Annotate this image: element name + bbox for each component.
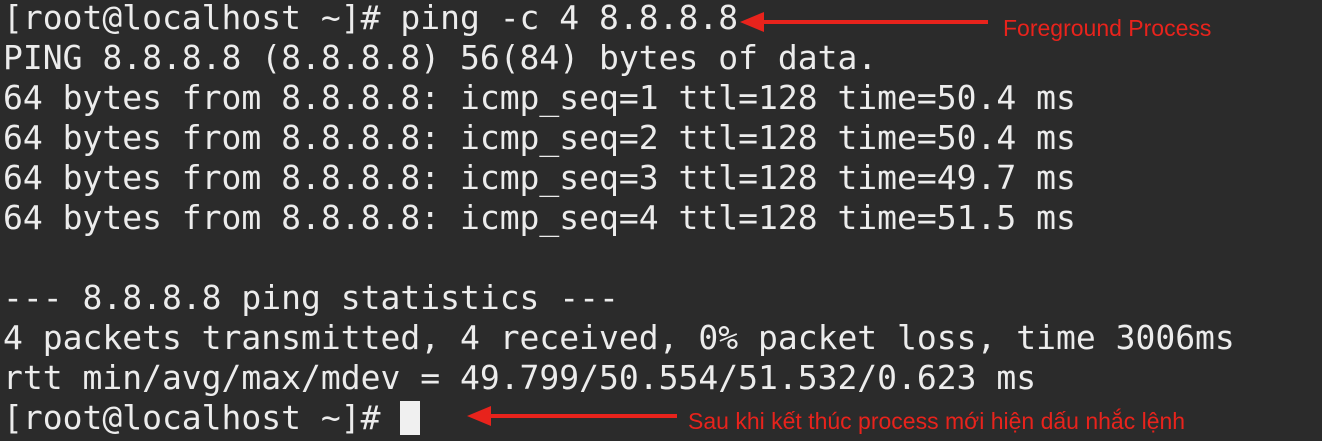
terminal-line-ping-header: PING 8.8.8.8 (8.8.8.8) 56(84) bytes of d… — [3, 38, 878, 77]
text-cursor — [400, 401, 421, 435]
arrow-left-icon — [740, 12, 988, 32]
terminal-line-stats-rtt: rtt min/avg/max/mdev = 49.799/50.554/51.… — [3, 358, 1037, 397]
annotation-prompt-after-process: Sau khi kết thúc process mới hiện dấu nh… — [688, 408, 1186, 434]
terminal-window[interactable]: [root@localhost ~]# ping -c 4 8.8.8.8 PI… — [0, 0, 1322, 437]
terminal-line-command: [root@localhost ~]# ping -c 4 8.8.8.8 — [3, 0, 739, 37]
annotation-foreground-process: Foreground Process — [1003, 15, 1212, 41]
terminal-line-reply-4: 64 bytes from 8.8.8.8: icmp_seq=4 ttl=12… — [3, 198, 1076, 237]
terminal-line-reply-2: 64 bytes from 8.8.8.8: icmp_seq=2 ttl=12… — [3, 118, 1076, 157]
terminal-line-reply-3: 64 bytes from 8.8.8.8: icmp_seq=3 ttl=12… — [3, 158, 1076, 197]
terminal-line-stats-packets: 4 packets transmitted, 4 received, 0% pa… — [3, 318, 1235, 357]
terminal-line-final-prompt[interactable]: [root@localhost ~]# — [3, 398, 421, 438]
terminal-line-stats-header: --- 8.8.8.8 ping statistics --- — [3, 278, 619, 317]
terminal-line-reply-1: 64 bytes from 8.8.8.8: icmp_seq=1 ttl=12… — [3, 78, 1076, 117]
arrow-left-icon — [467, 406, 677, 426]
shell-prompt: [root@localhost ~]# — [3, 398, 401, 437]
